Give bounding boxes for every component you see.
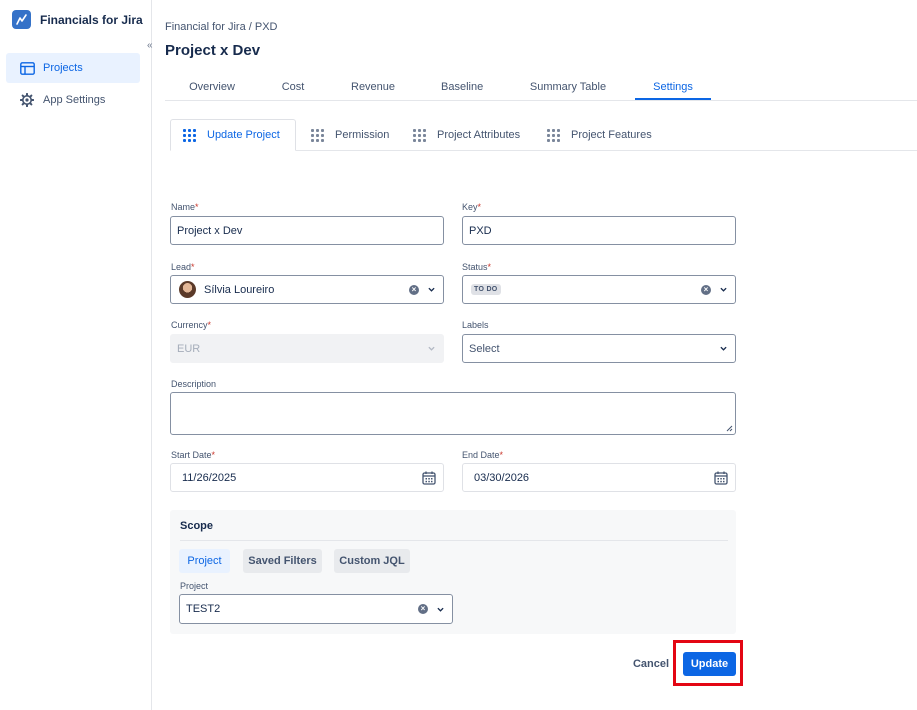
labels-placeholder: Select xyxy=(469,342,500,355)
active-tab-underline xyxy=(635,98,711,100)
subtab-project-attributes[interactable]: Project Attributes xyxy=(413,119,520,151)
subtab-label: Permission xyxy=(335,129,390,141)
lead-label: Lead* xyxy=(171,262,195,272)
update-button[interactable]: Update xyxy=(683,652,736,676)
chevron-down-icon[interactable] xyxy=(437,606,444,613)
subtab-permission[interactable]: Permission xyxy=(311,119,389,151)
start-date-value: 11/26/2025 xyxy=(182,471,237,484)
subtab-label: Update Project xyxy=(207,129,280,141)
grid-icon xyxy=(413,128,426,142)
status-select[interactable]: TO DO × xyxy=(462,275,736,304)
description-textarea[interactable] xyxy=(170,392,736,435)
chevron-down-icon[interactable] xyxy=(720,345,727,352)
calendar-icon[interactable] xyxy=(714,471,728,485)
app-name: Financials for Jira xyxy=(40,12,143,27)
tab-summary-table[interactable]: Summary Table xyxy=(529,81,607,93)
lead-value: Sílvia Loureiro xyxy=(204,283,275,296)
subtab-label: Project Attributes xyxy=(437,129,521,141)
avatar xyxy=(179,281,196,298)
settings-subtabs: Update Project Permission Project Attrib… xyxy=(170,119,917,151)
sidebar-item-app-settings[interactable]: App Settings xyxy=(6,85,140,115)
calendar-icon[interactable] xyxy=(422,471,436,485)
grid-icon xyxy=(547,128,560,142)
scope-option-saved-filters[interactable]: Saved Filters xyxy=(243,549,322,573)
collapse-sidebar-icon[interactable]: « xyxy=(147,41,153,51)
breadcrumb[interactable]: Financial for Jira / PXD xyxy=(165,21,277,33)
scope-panel: Scope Project Saved Filters Custom JQL P… xyxy=(170,510,736,634)
tab-overview[interactable]: Overview xyxy=(189,81,235,93)
scope-title: Scope xyxy=(180,520,214,532)
labels-select[interactable]: Select xyxy=(462,334,736,363)
grid-icon xyxy=(311,128,324,142)
scope-option-custom-jql[interactable]: Custom JQL xyxy=(334,549,410,573)
app-logo-icon xyxy=(12,10,31,29)
cancel-button[interactable]: Cancel xyxy=(628,652,674,676)
start-date-label: Start Date* xyxy=(171,450,216,460)
status-label: Status* xyxy=(462,262,492,272)
name-label: Name* xyxy=(171,202,199,212)
key-label: Key* xyxy=(462,202,482,212)
lead-select[interactable]: Sílvia Loureiro × xyxy=(170,275,444,304)
divider xyxy=(180,540,728,541)
app-header[interactable]: Financials for Jira xyxy=(12,10,143,29)
currency-value: EUR xyxy=(177,342,201,355)
main-tabs: Overview Cost Revenue Baseline Summary T… xyxy=(165,75,917,101)
key-value: PXD xyxy=(469,224,492,237)
clear-icon[interactable]: × xyxy=(409,284,419,295)
currency-select: EUR xyxy=(170,334,444,363)
sidebar-item-projects[interactable]: Projects xyxy=(6,53,140,83)
end-date-field[interactable]: 03/30/2026 xyxy=(462,463,736,492)
name-field[interactable]: Project x Dev xyxy=(170,216,444,245)
page-title: Project x Dev xyxy=(165,42,261,59)
chevron-down-icon xyxy=(428,346,435,351)
board-icon xyxy=(19,60,35,76)
end-date-label: End Date* xyxy=(462,450,504,460)
clear-icon[interactable]: × xyxy=(701,284,711,295)
chevron-down-icon[interactable] xyxy=(720,286,727,293)
labels-label: Labels xyxy=(462,320,489,330)
tab-baseline[interactable]: Baseline xyxy=(441,81,483,93)
name-value: Project x Dev xyxy=(177,224,243,237)
clear-icon[interactable]: × xyxy=(418,604,428,614)
key-field[interactable]: PXD xyxy=(462,216,736,245)
chevron-down-icon[interactable] xyxy=(428,286,435,293)
currency-label: Currency* xyxy=(171,320,212,330)
scope-project-select[interactable]: TEST2 × xyxy=(179,594,453,624)
subtab-project-features[interactable]: Project Features xyxy=(547,119,652,151)
sidebar-item-label: Projects xyxy=(43,62,83,74)
scope-option-project[interactable]: Project xyxy=(179,549,230,573)
gear-icon xyxy=(19,92,35,108)
sidebar: Financials for Jira « Projects App Setti… xyxy=(0,0,153,710)
start-date-field[interactable]: 11/26/2025 xyxy=(170,463,444,492)
scope-project-value: TEST2 xyxy=(186,603,221,615)
end-date-value: 03/30/2026 xyxy=(474,471,530,484)
subtab-update-project[interactable]: Update Project xyxy=(170,119,296,151)
tab-revenue[interactable]: Revenue xyxy=(351,81,395,93)
subtab-label: Project Features xyxy=(571,129,652,141)
scope-project-label: Project xyxy=(180,581,209,591)
status-badge: TO DO xyxy=(471,284,501,295)
resize-handle-icon[interactable] xyxy=(726,425,733,432)
grid-icon xyxy=(183,128,196,142)
tab-settings[interactable]: Settings xyxy=(635,81,711,93)
tab-cost[interactable]: Cost xyxy=(281,81,305,93)
description-label: Description xyxy=(171,379,217,389)
sidebar-item-label: App Settings xyxy=(43,94,106,106)
